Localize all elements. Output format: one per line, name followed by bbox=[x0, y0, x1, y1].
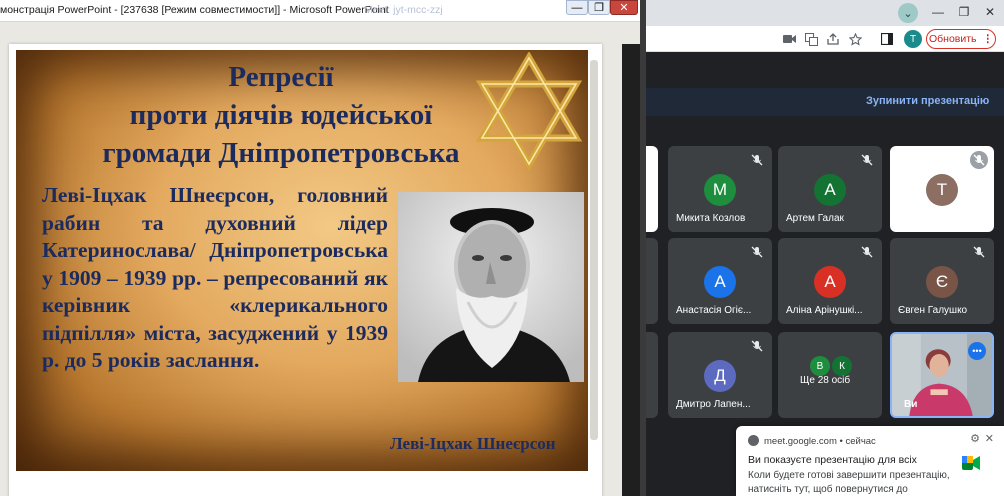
chrome-tab-bar: ⌄ — ❐ ✕ bbox=[640, 0, 1004, 26]
slide: Репресії проти діячів юдейської громади … bbox=[16, 50, 588, 471]
participant-avatar: А bbox=[814, 266, 846, 298]
participant-avatar: Д bbox=[704, 360, 736, 392]
google-meet-icon bbox=[962, 456, 980, 470]
tab-search-button[interactable]: ⌄ bbox=[898, 3, 918, 23]
vertical-scrollbar[interactable] bbox=[590, 60, 598, 440]
powerpoint-window: монстрація PowerPoint - [237638 [Режим с… bbox=[0, 0, 646, 496]
notification-title: Ви показуєте презентацію для всіх bbox=[748, 454, 917, 466]
participant-name: Анастасія Огіє... bbox=[676, 305, 752, 316]
more-participants-label: Ще 28 осіб bbox=[800, 375, 851, 386]
meet-presenting-bar: Зупинити презентацію bbox=[640, 88, 1004, 116]
participant-tile[interactable]: А Аліна Арінушкі... bbox=[778, 238, 882, 324]
slide-body-text: Леві-Іцхак Шнеєрсон, головний рабин та д… bbox=[42, 183, 388, 372]
presentation-notification[interactable]: meet.google.com • сейчас ⚙ ✕ Ви показуєт… bbox=[736, 426, 1004, 496]
gear-icon[interactable]: ⚙ bbox=[970, 432, 980, 445]
chrome-minimize-button[interactable]: — bbox=[924, 2, 952, 22]
translate-icon[interactable] bbox=[804, 32, 818, 46]
notification-source: meet.google.com • сейчас bbox=[764, 436, 876, 447]
profile-avatar[interactable]: T bbox=[904, 30, 922, 48]
participant-tile[interactable]: Т bbox=[890, 146, 994, 232]
participant-name: Дмитро Лапен... bbox=[676, 399, 751, 410]
bookmark-star-icon[interactable] bbox=[848, 32, 862, 46]
participant-name: Артем Галак bbox=[786, 213, 844, 224]
mic-off-icon bbox=[860, 153, 874, 167]
participant-avatar: М bbox=[704, 174, 736, 206]
side-panel-icon[interactable] bbox=[880, 32, 894, 46]
mic-off-icon bbox=[750, 339, 764, 353]
participant-avatar: Т bbox=[926, 174, 958, 206]
share-icon[interactable] bbox=[826, 32, 840, 46]
more-menu-icon: ⋮ bbox=[982, 33, 994, 45]
powerpoint-titlebar: монстрація PowerPoint - [237638 [Режим с… bbox=[0, 0, 640, 22]
slide-title-line: громади Дніпропетровська bbox=[102, 137, 460, 169]
window-title: монстрація PowerPoint - [237638 [Режим с… bbox=[0, 4, 389, 16]
mic-off-icon bbox=[750, 245, 764, 259]
slide-title-line: проти діячів юдейської bbox=[129, 99, 433, 131]
update-chrome-button[interactable]: Обновить ⋮ bbox=[926, 29, 996, 49]
participant-avatar: А bbox=[814, 174, 846, 206]
participant-name: Микита Козлов bbox=[676, 213, 746, 224]
slide-title: Репресії проти діячів юдейської громади … bbox=[16, 58, 546, 172]
participant-name: Євген Галушко bbox=[898, 305, 968, 316]
participant-name: Аліна Арінушкі... bbox=[786, 305, 863, 316]
star-of-david-icon bbox=[475, 52, 583, 170]
participant-tile[interactable]: А Анастасія Огіє... bbox=[668, 238, 772, 324]
window-edge bbox=[622, 44, 640, 496]
participant-avatar-mini: К bbox=[832, 356, 852, 376]
desktop: ⌄ — ❐ ✕ T Обновить ⋮ Зупинити презентаці… bbox=[0, 0, 1004, 496]
chrome-window: ⌄ — ❐ ✕ T Обновить ⋮ Зупинити презентаці… bbox=[630, 0, 1004, 496]
chrome-icon bbox=[748, 435, 759, 446]
mic-off-icon bbox=[750, 153, 764, 167]
speaking-indicator-icon: ••• bbox=[968, 342, 986, 360]
background-tab-title: Meet: jyt-mcc-zzj bbox=[364, 4, 443, 16]
update-chrome-label: Обновить bbox=[928, 33, 977, 45]
chrome-restore-button[interactable]: ❐ bbox=[950, 2, 978, 22]
ppt-close-button[interactable]: ✕ bbox=[610, 0, 638, 15]
ppt-minimize-button[interactable]: — bbox=[566, 0, 588, 15]
participant-avatar-mini: В bbox=[810, 356, 830, 376]
chrome-close-button[interactable]: ✕ bbox=[976, 2, 1004, 22]
participant-tile[interactable]: М Микита Козлов bbox=[668, 146, 772, 232]
rabbi-portrait bbox=[398, 192, 584, 382]
camera-icon[interactable] bbox=[782, 32, 796, 46]
close-icon[interactable]: ✕ bbox=[985, 432, 994, 445]
mic-off-icon bbox=[970, 151, 988, 169]
self-label: Ви bbox=[904, 399, 918, 410]
participant-avatar: Є bbox=[926, 266, 958, 298]
mic-off-icon bbox=[860, 245, 874, 259]
chrome-toolbar: T Обновить ⋮ bbox=[640, 26, 1004, 52]
portrait-caption: Леві-Іцхак Шнеєрсон bbox=[390, 434, 556, 453]
participant-tile[interactable]: Є Євген Галушко bbox=[890, 238, 994, 324]
notification-body: Коли будете готові завершити презентацію… bbox=[748, 470, 950, 495]
self-video-tile[interactable]: ••• Ви bbox=[890, 332, 994, 418]
ppt-restore-button[interactable]: ❐ bbox=[588, 0, 610, 15]
participant-tile[interactable]: Д Дмитро Лапен... bbox=[668, 332, 772, 418]
participant-tile[interactable]: А Артем Галак bbox=[778, 146, 882, 232]
more-participants-tile[interactable]: В К Ще 28 осіб bbox=[778, 332, 882, 418]
participant-avatar: А bbox=[704, 266, 736, 298]
stop-presenting-button[interactable]: Зупинити презентацію bbox=[866, 95, 989, 107]
mic-off-icon bbox=[972, 245, 986, 259]
slide-title-line: Репресії bbox=[228, 61, 334, 93]
